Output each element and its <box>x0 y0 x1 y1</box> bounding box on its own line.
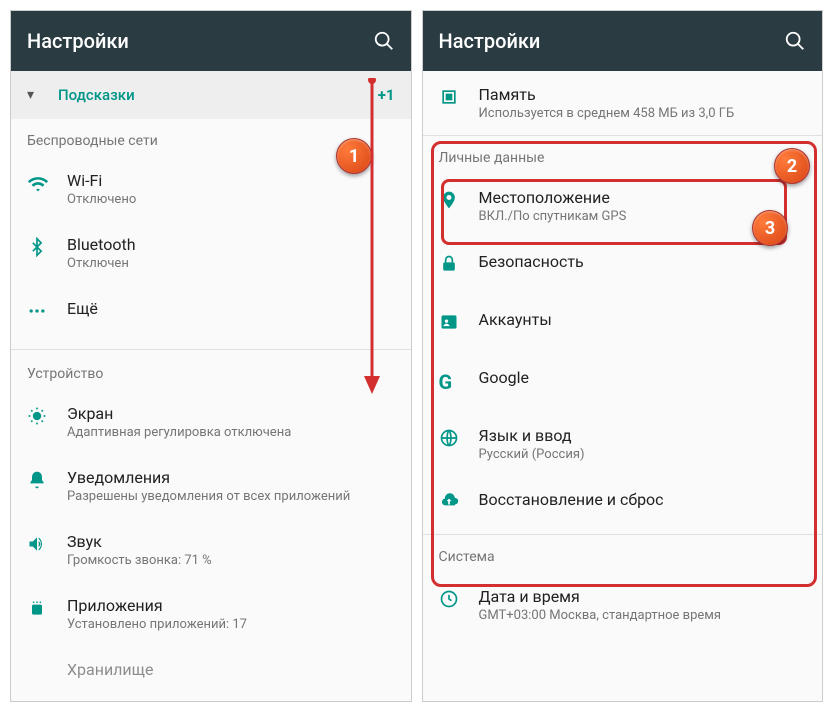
sound-title: Звук <box>67 532 395 551</box>
hints-badge: +1 <box>378 86 395 104</box>
clock-icon <box>439 587 479 609</box>
language-title: Язык и ввод <box>479 426 807 445</box>
location-icon <box>439 188 479 210</box>
row-bluetooth[interactable]: Bluetooth Отключен <box>11 221 411 285</box>
notifications-title: Уведомления <box>67 468 395 487</box>
row-memory[interactable]: Память Используется в среднем 458 МБ из … <box>423 71 823 135</box>
google-title: Google <box>479 368 807 387</box>
security-title: Безопасность <box>479 252 807 271</box>
storage-icon <box>27 660 67 662</box>
datetime-sub: GMT+03:00 Москва, стандартное время <box>479 608 807 623</box>
row-accounts[interactable]: Аккаунты <box>423 296 823 354</box>
datetime-title: Дата и время <box>479 587 807 606</box>
lock-icon <box>439 252 479 274</box>
search-icon[interactable] <box>373 30 395 52</box>
callout-1: 1 <box>336 138 372 174</box>
row-sound[interactable]: Звук Громкость звонка: 71 % <box>11 518 411 582</box>
account-icon <box>439 310 479 332</box>
row-apps[interactable]: Приложения Установлено приложений: 17 <box>11 582 411 646</box>
section-personal: Личные данные <box>423 135 823 174</box>
bluetooth-icon <box>27 235 67 257</box>
memory-sub: Используется в среднем 458 МБ из 3,0 ГБ <box>479 106 807 121</box>
row-notifications[interactable]: Уведомления Разрешены уведомления от все… <box>11 454 411 518</box>
bluetooth-sub: Отключен <box>67 256 395 271</box>
globe-icon <box>439 426 479 448</box>
page-title: Настройки <box>27 29 373 53</box>
google-icon: G <box>439 368 479 394</box>
wifi-icon <box>27 171 67 195</box>
wifi-sub: Отключено <box>67 192 395 207</box>
apps-title: Приложения <box>67 596 395 615</box>
settings-screen-right: Настройки Память Используется в среднем … <box>422 10 824 702</box>
settings-screen-left: Настройки ▾ Подсказки +1 Беспроводные се… <box>10 10 412 702</box>
display-sub: Адаптивная регулировка отключена <box>67 425 395 440</box>
volume-icon <box>27 532 67 554</box>
more-title: Ещё <box>67 299 395 318</box>
section-device: Устройство <box>11 349 411 390</box>
display-title: Экран <box>67 404 395 423</box>
chevron-down-icon: ▾ <box>27 87 34 103</box>
notifications-sub: Разрешены уведомления от всех приложений <box>67 489 395 504</box>
hints-label: Подсказки <box>58 86 378 104</box>
memory-icon <box>439 85 479 107</box>
bell-icon <box>27 468 67 490</box>
row-language[interactable]: Язык и ввод Русский (Россия) <box>423 412 823 476</box>
apps-sub: Установлено приложений: 17 <box>67 617 395 632</box>
more-icon <box>27 299 67 321</box>
backup-title: Восстановление и сброс <box>479 490 807 509</box>
row-more[interactable]: Ещё <box>11 285 411 343</box>
row-datetime[interactable]: Дата и время GMT+03:00 Москва, стандартн… <box>423 573 823 637</box>
page-title: Настройки <box>439 29 785 53</box>
appbar: Настройки <box>11 11 411 71</box>
bluetooth-title: Bluetooth <box>67 235 395 254</box>
location-title: Местоположение <box>479 188 807 207</box>
accounts-title: Аккаунты <box>479 310 807 329</box>
language-sub: Русский (Россия) <box>479 447 807 462</box>
callout-3: 3 <box>752 210 788 246</box>
hints-row[interactable]: ▾ Подсказки +1 <box>11 71 411 119</box>
appbar: Настройки <box>423 11 823 71</box>
apps-icon <box>27 596 67 618</box>
row-backup[interactable]: Восстановление и сброс <box>423 476 823 534</box>
row-google[interactable]: G Google <box>423 354 823 412</box>
section-system: Система <box>423 534 823 573</box>
storage-title: Хранилище <box>67 660 395 679</box>
row-security[interactable]: Безопасность <box>423 238 823 296</box>
callout-2: 2 <box>774 148 810 184</box>
row-storage-partial[interactable]: Хранилище <box>11 646 411 702</box>
row-display[interactable]: Экран Адаптивная регулировка отключена <box>11 390 411 454</box>
search-icon[interactable] <box>784 30 806 52</box>
sound-sub: Громкость звонка: 71 % <box>67 553 395 568</box>
cloud-upload-icon <box>439 490 479 512</box>
memory-title: Память <box>479 85 807 104</box>
brightness-icon <box>27 404 67 426</box>
wifi-title: Wi-Fi <box>67 171 395 190</box>
